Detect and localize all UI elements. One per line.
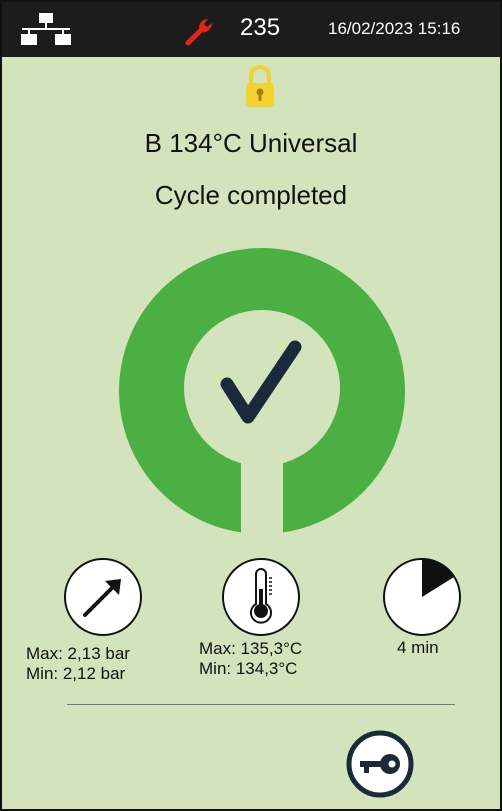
divider [67,704,455,705]
date-time: 16/02/2023 15:16 [328,19,461,38]
key-icon[interactable] [346,730,414,798]
status-bar: 235 16/02/2023 15:16 [2,2,500,57]
timer-icon [382,557,462,637]
pressure-readout: Max: 2,13 bar Min: 2,12 bar [26,644,130,684]
thermometer-icon [221,557,301,637]
cycle-counter: 235 [240,14,281,41]
padlock-icon [246,65,274,107]
temperature-max: Max: 135,3°C [199,639,303,658]
program-name: B 134°C Universal [144,128,358,158]
temperature-min: Min: 134,3°C [199,659,298,678]
network-icon [21,13,71,45]
wrench-icon [185,19,212,46]
result-slot [241,447,283,537]
time-readout: 4 min [397,638,439,657]
cycle-status: Cycle completed [154,180,348,210]
pressure-max: Max: 2,13 bar [26,644,130,663]
temperature-readout: Max: 135,3°C Min: 134,3°C [199,639,302,679]
cycle-result-indicator [119,248,405,537]
pressure-gauge-icon [63,557,143,637]
pressure-min: Min: 2,12 bar [26,664,126,683]
cycle-screen: 235 16/02/2023 15:16 B 134°C Universal C… [0,0,502,811]
